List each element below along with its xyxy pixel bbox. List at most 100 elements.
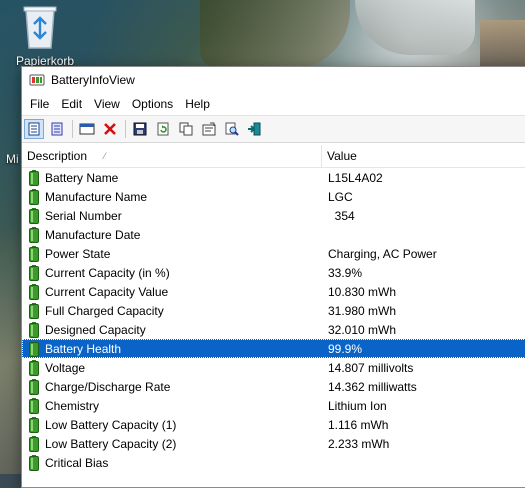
- table-row[interactable]: Current Capacity (in %) 33.9%: [22, 263, 525, 282]
- find-icon: [225, 122, 239, 136]
- view-list-icon: [51, 122, 63, 136]
- column-header-value-label: Value: [327, 149, 357, 163]
- list-body: Battery Name L15L4A02 Manufacture Name LGC S…: [22, 168, 525, 472]
- table-row[interactable]: Power State Charging, AC Power: [22, 244, 525, 263]
- menu-options[interactable]: Options: [126, 93, 179, 115]
- delete-button[interactable]: [100, 119, 120, 139]
- row-value: 354: [328, 208, 355, 223]
- table-row[interactable]: Low Battery Capacity (2) 2.233 mWh: [22, 434, 525, 453]
- table-row[interactable]: Battery Name L15L4A02: [22, 168, 525, 187]
- toolbar-separator: [125, 120, 126, 138]
- row-value: 32.010 mWh: [328, 322, 397, 337]
- column-header-description-label: Description: [27, 149, 88, 163]
- battery-icon: [29, 435, 39, 452]
- row-description: Critical Bias: [45, 455, 109, 470]
- copy-button[interactable]: [176, 119, 196, 139]
- battery-icon: [29, 359, 39, 376]
- menu-view[interactable]: View: [88, 93, 126, 115]
- menu-file[interactable]: File: [24, 93, 55, 115]
- window-button[interactable]: [77, 119, 97, 139]
- properties-button[interactable]: [199, 119, 219, 139]
- battery-icon: [29, 416, 39, 433]
- save-button[interactable]: [130, 119, 150, 139]
- table-row[interactable]: Chemistry Lithium Ion: [22, 396, 525, 415]
- row-description: Designed Capacity: [45, 322, 146, 337]
- table-row[interactable]: Voltage 14.807 millivolts: [22, 358, 525, 377]
- table-row[interactable]: Manufacture Name LGC: [22, 187, 525, 206]
- row-description: Serial Number: [45, 208, 122, 223]
- battery-icon: [29, 302, 39, 319]
- refresh-icon: [157, 122, 169, 136]
- table-row[interactable]: Low Battery Capacity (1) 1.116 mWh: [22, 415, 525, 434]
- battery-icon: [29, 169, 39, 186]
- row-value: Charging, AC Power: [328, 246, 437, 261]
- column-header-value[interactable]: Value: [322, 145, 525, 167]
- wallpaper-rock: [480, 20, 525, 70]
- wallpaper-rock: [200, 0, 350, 70]
- menu-edit[interactable]: Edit: [55, 93, 88, 115]
- battery-icon: [29, 188, 39, 205]
- refresh-button[interactable]: [153, 119, 173, 139]
- table-row[interactable]: Critical Bias: [22, 453, 525, 472]
- battery-icon: [29, 454, 39, 471]
- table-row[interactable]: Battery Health 99.9%: [22, 339, 525, 358]
- row-value: LGC: [328, 189, 353, 204]
- exit-icon: [248, 122, 261, 136]
- wallpaper-rock: [355, 0, 475, 55]
- row-description: Current Capacity (in %): [45, 265, 170, 280]
- row-description: Full Charged Capacity: [45, 303, 164, 318]
- column-header-description[interactable]: Description ⁄: [22, 145, 322, 167]
- battery-icon: [29, 226, 39, 243]
- battery-icon: [29, 321, 39, 338]
- table-row[interactable]: Full Charged Capacity 31.980 mWh: [22, 301, 525, 320]
- row-value: 33.9%: [328, 265, 363, 280]
- delete-icon: [104, 123, 116, 135]
- row-description: Power State: [45, 246, 111, 261]
- table-row[interactable]: Charge/Discharge Rate 14.362 milliwatts: [22, 377, 525, 396]
- window-icon: [79, 123, 95, 135]
- row-description: Battery Health: [45, 341, 122, 356]
- view-details-button[interactable]: [24, 119, 44, 139]
- battery-info-list[interactable]: Description ⁄ Value Battery Name L15L4A02…: [22, 145, 525, 472]
- row-value: 99.9%: [328, 341, 363, 356]
- row-description: Low Battery Capacity (1): [45, 417, 177, 432]
- row-value: 1.116 mWh: [328, 417, 389, 432]
- row-value: 14.362 milliwatts: [328, 379, 417, 394]
- table-row[interactable]: Current Capacity Value 10.830 mWh: [22, 282, 525, 301]
- find-button[interactable]: [222, 119, 242, 139]
- window-title: BatteryInfoView: [51, 73, 135, 87]
- row-description: Manufacture Name: [45, 189, 148, 204]
- table-row[interactable]: Serial Number 354: [22, 206, 525, 225]
- desktop-icon-label[interactable]: Mi: [6, 152, 19, 166]
- save-icon: [133, 122, 147, 136]
- row-description: Low Battery Capacity (2): [45, 436, 177, 451]
- row-value: 31.980 mWh: [328, 303, 397, 318]
- exit-button[interactable]: [245, 119, 265, 139]
- copy-icon: [179, 122, 193, 136]
- title-bar[interactable]: BatteryInfoView: [22, 67, 525, 93]
- battery-app-icon: [29, 74, 45, 86]
- toolbar: [22, 115, 525, 143]
- row-description: Battery Name: [45, 170, 119, 185]
- row-description: Current Capacity Value: [45, 284, 169, 299]
- row-value: L15L4A02: [328, 170, 383, 185]
- battery-icon: [29, 340, 39, 357]
- menu-bar: File Edit View Options Help: [22, 93, 525, 115]
- view-details-icon: [28, 122, 40, 136]
- battery-icon: [29, 378, 39, 395]
- row-value: Lithium Ion: [328, 398, 387, 413]
- menu-help[interactable]: Help: [179, 93, 216, 115]
- row-value: 2.233 mWh: [328, 436, 390, 451]
- app-window: BatteryInfoView File Edit View Options H…: [21, 66, 525, 488]
- row-description: Manufacture Date: [45, 227, 141, 242]
- battery-icon: [29, 245, 39, 262]
- row-description: Chemistry: [45, 398, 100, 413]
- battery-icon: [29, 264, 39, 281]
- view-list-button[interactable]: [47, 119, 67, 139]
- properties-icon: [202, 122, 216, 136]
- battery-icon: [29, 283, 39, 300]
- table-row[interactable]: Manufacture Date: [22, 225, 525, 244]
- table-row[interactable]: Designed Capacity 32.010 mWh: [22, 320, 525, 339]
- battery-icon: [29, 397, 39, 414]
- battery-icon: [29, 207, 39, 224]
